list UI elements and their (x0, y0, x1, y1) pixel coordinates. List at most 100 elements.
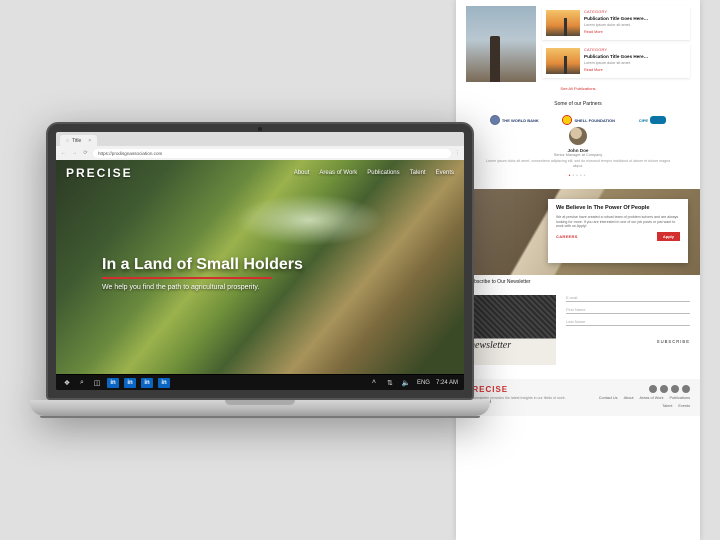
newsletter-form: E-mail First Name Last Name SUBSCRIBE (566, 295, 690, 344)
laptop-mockup: ◌ Title × ← → ⟳ https://prodisgnassociat… (46, 122, 474, 418)
facebook-icon[interactable] (649, 385, 657, 393)
volume-icon[interactable]: 🔈 (401, 378, 411, 388)
taskbar-app[interactable]: in (158, 378, 170, 388)
publication-readmore[interactable]: Read More (584, 68, 686, 73)
tab-title: Title (72, 138, 81, 144)
task-view-icon[interactable]: ◫ (92, 378, 102, 388)
publication-card[interactable]: Category Publication Title Goes Here… Lo… (542, 6, 690, 40)
laptop-foot (40, 416, 480, 418)
partner-world-bank: THE WORLD BANK (490, 115, 539, 125)
people-title: We Believe In The Power Of People (556, 205, 680, 212)
footer-link[interactable]: Areas of Work (640, 396, 664, 400)
footer-link[interactable]: Talent (662, 404, 672, 408)
footer-link[interactable]: Contact Us (599, 396, 618, 400)
language-indicator[interactable]: ENG (417, 380, 430, 386)
partner-shell: SHELL FOUNDATION (562, 115, 615, 125)
hero-subtitle: We help you find the path to agricultura… (102, 283, 292, 292)
newsletter-heading: Subscribe to Our Newsletter (468, 279, 690, 285)
publication-desc: Lorem ipsum dolor sit amet. (584, 23, 686, 28)
publication-thumb (546, 10, 580, 36)
subscribe-button[interactable]: SUBSCRIBE (657, 339, 690, 344)
menu-icon[interactable]: ⋮ (455, 150, 460, 156)
last-name-field[interactable]: Last Name (566, 319, 690, 326)
publication-title: Publication Title Goes Here… (584, 16, 686, 22)
publication-desc: Lorem ipsum dolor sit amet. (584, 61, 686, 66)
people-body: We at precise have created a robust team… (556, 215, 680, 230)
laptop-screen: ◌ Title × ← → ⟳ https://prodisgnassociat… (56, 132, 464, 390)
camera-icon (258, 127, 262, 131)
nav-talent[interactable]: Talent (410, 170, 426, 176)
email-field[interactable]: E-mail (566, 295, 690, 302)
partner-label: THE WORLD BANK (502, 118, 539, 123)
start-icon[interactable]: ❖ (62, 378, 72, 388)
instagram-icon[interactable] (682, 385, 690, 393)
windows-taskbar: ❖ ⌕ ◫ in in in in ˄ ⇅ 🔈 ENG 7:24 AM (56, 374, 464, 390)
apply-button[interactable]: Apply (657, 232, 680, 241)
partners-heading: Some of our Partners (466, 101, 690, 107)
browser-tabstrip: ◌ Title × (56, 132, 464, 146)
site-footer: PRECISE Our newsletter provides the late… (456, 379, 700, 416)
taskbar-app[interactable]: in (141, 378, 153, 388)
website-scroll-strip: Category Publication Title Goes Here… Lo… (456, 0, 700, 540)
footer-link[interactable]: About (624, 396, 634, 400)
testimonial: John Doe Senior Manager at Company Lorem… (466, 127, 690, 179)
people-card: We Believe In The Power Of People We at … (548, 199, 688, 263)
twitter-icon[interactable] (660, 385, 668, 393)
footer-link[interactable]: Events (678, 404, 690, 408)
testimonial-role: Senior Manager at Company (482, 153, 674, 157)
browser-tab[interactable]: ◌ Title × (60, 135, 97, 146)
back-icon[interactable]: ← (60, 150, 67, 156)
hero-section: PRECISE About Areas of Work Publications… (56, 160, 464, 374)
nav-areas[interactable]: Areas of Work (319, 170, 357, 176)
people-section: We Believe In The Power Of People We at … (456, 189, 700, 275)
wifi-icon[interactable]: ⇅ (385, 378, 395, 388)
laptop-base (30, 400, 490, 416)
title-underline (102, 277, 272, 279)
hero-title: In a Land of Small Holders (102, 256, 404, 274)
publications-section: Category Publication Title Goes Here… Lo… (466, 6, 690, 91)
partner-label: SHELL FOUNDATION (574, 118, 615, 123)
publication-tag: Category (584, 48, 686, 53)
publication-title: Publication Title Goes Here… (584, 54, 686, 60)
taskbar-app[interactable]: in (124, 378, 136, 388)
careers-link[interactable]: CAREERS (556, 234, 578, 239)
newsletter-image (466, 295, 556, 365)
close-icon[interactable]: × (88, 138, 91, 144)
footer-link[interactable]: Publications (670, 396, 690, 400)
partner-cipe: CIPE (639, 116, 666, 124)
reload-icon[interactable]: ⟳ (82, 150, 89, 156)
avatar (569, 127, 587, 145)
testimonial-text: Lorem ipsum dolor sit amet, consectetur … (482, 159, 674, 169)
publication-readmore[interactable]: Read More (584, 30, 686, 35)
newsletter-section: E-mail First Name Last Name SUBSCRIBE (466, 295, 690, 365)
globe-icon: ◌ (66, 138, 69, 144)
site-navbar: PRECISE About Areas of Work Publications… (56, 166, 464, 180)
linkedin-icon[interactable] (671, 385, 679, 393)
first-name-field[interactable]: First Name (566, 307, 690, 314)
clock[interactable]: 7:24 AM (436, 380, 458, 386)
partners-section: Some of our Partners THE WORLD BANK SHEL… (466, 101, 690, 179)
cipe-icon (650, 116, 666, 124)
browser-toolbar: ← → ⟳ https://prodisgnassociation.com ⋮ (56, 146, 464, 160)
publication-thumb (546, 48, 580, 74)
taskbar-app[interactable]: in (107, 378, 119, 388)
nav-events[interactable]: Events (436, 170, 454, 176)
url-field[interactable]: https://prodisgnassociation.com (93, 149, 451, 158)
world-bank-icon (490, 115, 500, 125)
tray-chevron-icon[interactable]: ˄ (369, 378, 379, 388)
search-icon[interactable]: ⌕ (77, 378, 87, 388)
publication-tag: Category (584, 10, 686, 15)
footer-links: Contact Us About Areas of Work Publicati… (583, 396, 690, 408)
nav-about[interactable]: About (294, 170, 310, 176)
publications-hero-image (466, 6, 536, 82)
forward-icon[interactable]: → (71, 150, 78, 156)
footer-logo: PRECISE (466, 385, 573, 394)
carousel-dots[interactable]: ••••• (482, 173, 674, 179)
nav-publications[interactable]: Publications (367, 170, 399, 176)
shell-icon (562, 115, 572, 125)
publication-card[interactable]: Category Publication Title Goes Here… Lo… (542, 44, 690, 78)
brand-logo[interactable]: PRECISE (66, 166, 133, 180)
social-icons (583, 385, 690, 393)
partner-label: CIPE (639, 118, 648, 123)
see-all-publications-link[interactable]: See All Publications (466, 86, 690, 91)
